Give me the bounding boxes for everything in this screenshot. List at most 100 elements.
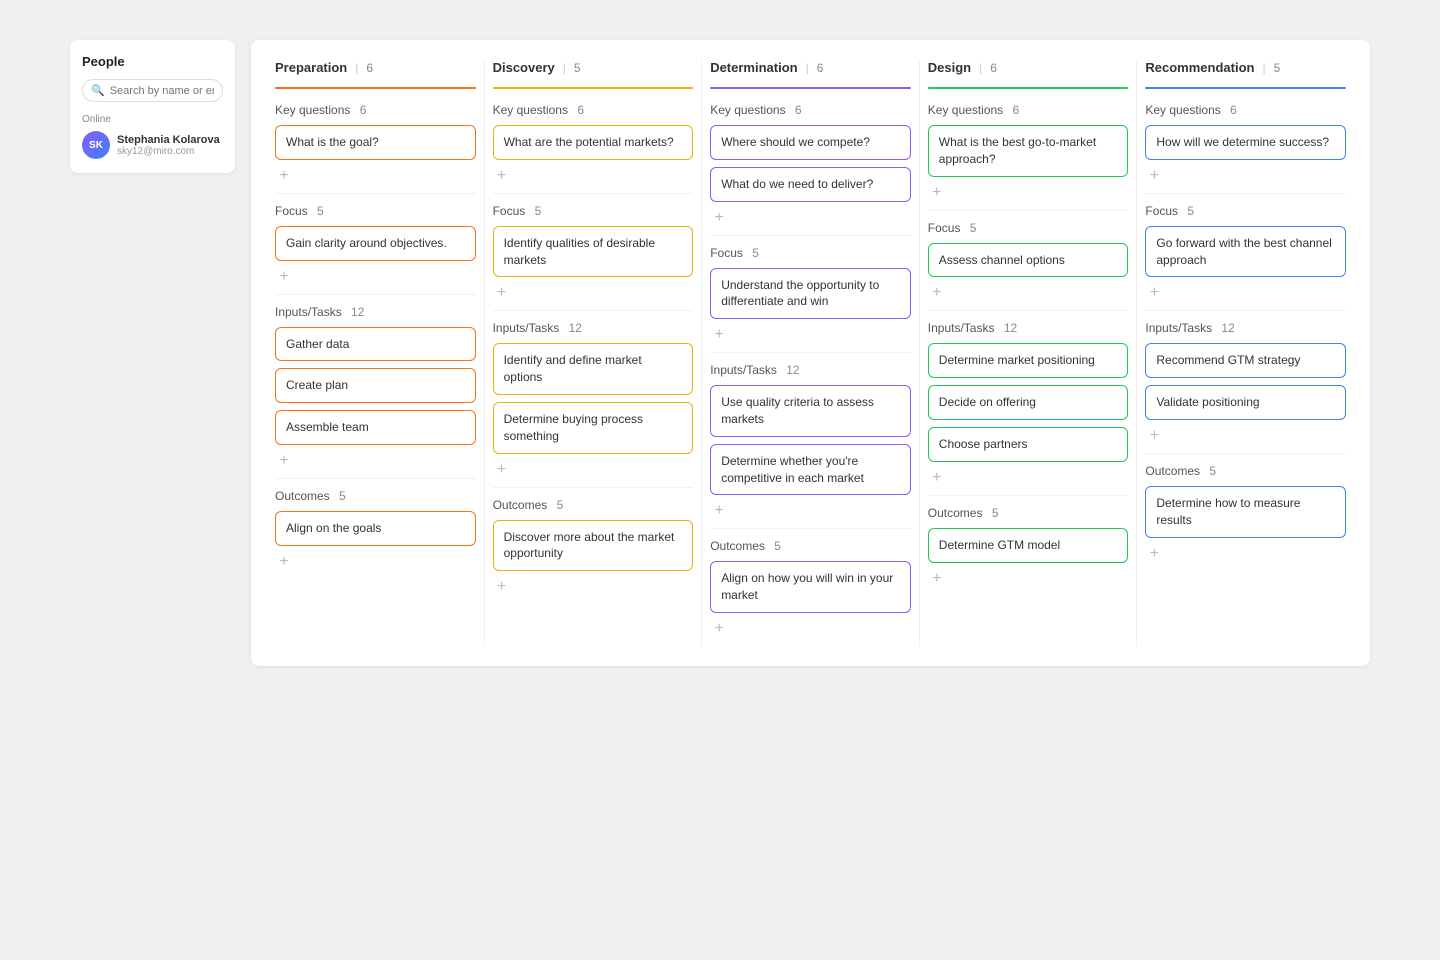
- search-box: 🔍: [82, 79, 223, 102]
- card-recommendation-3-0[interactable]: Determine how to measure results: [1145, 486, 1346, 538]
- column-count-design: 6: [990, 61, 997, 75]
- card-recommendation-1-0[interactable]: Go forward with the best channel approac…: [1145, 226, 1346, 278]
- add-card-btn-discovery-3[interactable]: +: [493, 578, 511, 596]
- column-count-recommendation: 5: [1274, 61, 1281, 75]
- section-label-discovery-2: Inputs/Tasks 12: [493, 321, 694, 335]
- card-discovery-2-0[interactable]: Identify and define market options: [493, 343, 694, 395]
- add-card-btn-recommendation-0[interactable]: +: [1145, 167, 1163, 185]
- section-label-preparation-3: Outcomes 5: [275, 489, 476, 503]
- card-determination-2-0[interactable]: Use quality criteria to assess markets: [710, 385, 911, 437]
- card-design-2-1[interactable]: Decide on offering: [928, 385, 1129, 420]
- column-header-recommendation: Recommendation|5: [1145, 60, 1346, 81]
- section-label-discovery-3: Outcomes 5: [493, 498, 694, 512]
- column-design: Design|6 Key questions 6 What is the best …: [920, 60, 1138, 646]
- add-card-btn-discovery-2[interactable]: +: [493, 461, 511, 479]
- column-divider-determination: [710, 87, 911, 89]
- add-card-btn-recommendation-3[interactable]: +: [1145, 545, 1163, 563]
- card-determination-0-1[interactable]: What do we need to deliver?: [710, 167, 911, 202]
- column-header-discovery: Discovery|5: [493, 60, 694, 81]
- section-label-recommendation-3: Outcomes 5: [1145, 464, 1346, 478]
- column-determination: Determination|6 Key questions 6 Where shou…: [702, 60, 920, 646]
- add-card-btn-recommendation-2[interactable]: +: [1145, 427, 1163, 445]
- sidebar: People 🔍 Online SK Stephania Kolarova sk…: [70, 40, 235, 173]
- card-determination-3-0[interactable]: Align on how you will win in your market: [710, 561, 911, 613]
- user-email: sky12@miro.com: [117, 146, 220, 157]
- column-header-design: Design|6: [928, 60, 1129, 81]
- add-card-btn-determination-3[interactable]: +: [710, 620, 728, 638]
- columns-wrapper: Preparation|6 Key questions 6 What is the …: [267, 60, 1354, 646]
- column-header-preparation: Preparation|6: [275, 60, 476, 81]
- section-label-preparation-0: Key questions 6: [275, 103, 476, 117]
- card-preparation-0-0[interactable]: What is the goal?: [275, 125, 476, 160]
- add-card-btn-determination-2[interactable]: +: [710, 502, 728, 520]
- add-card-btn-recommendation-1[interactable]: +: [1145, 284, 1163, 302]
- add-card-btn-design-2[interactable]: +: [928, 469, 946, 487]
- column-divider-preparation: [275, 87, 476, 89]
- add-card-btn-design-3[interactable]: +: [928, 570, 946, 588]
- card-design-2-2[interactable]: Choose partners: [928, 427, 1129, 462]
- card-discovery-2-1[interactable]: Determine buying process something: [493, 402, 694, 454]
- add-card-btn-preparation-2[interactable]: +: [275, 452, 293, 470]
- card-recommendation-2-1[interactable]: Validate positioning: [1145, 385, 1346, 420]
- add-card-btn-preparation-3[interactable]: +: [275, 553, 293, 571]
- section-label-determination-2: Inputs/Tasks 12: [710, 363, 911, 377]
- card-determination-1-0[interactable]: Understand the opportunity to differenti…: [710, 268, 911, 320]
- user-info: Stephania Kolarova sky12@miro.com: [117, 134, 220, 157]
- section-label-recommendation-0: Key questions 6: [1145, 103, 1346, 117]
- add-card-btn-preparation-0[interactable]: +: [275, 167, 293, 185]
- column-divider-discovery: [493, 87, 694, 89]
- section-label-preparation-2: Inputs/Tasks 12: [275, 305, 476, 319]
- column-divider-design: [928, 87, 1129, 89]
- app-container: People 🔍 Online SK Stephania Kolarova sk…: [70, 40, 1370, 666]
- column-divider-recommendation: [1145, 87, 1346, 89]
- card-preparation-1-0[interactable]: Gain clarity around objectives.: [275, 226, 476, 261]
- card-design-1-0[interactable]: Assess channel options: [928, 243, 1129, 278]
- add-card-btn-preparation-1[interactable]: +: [275, 268, 293, 286]
- column-recommendation: Recommendation|5 Key questions 6 How will …: [1137, 60, 1354, 646]
- card-design-0-0[interactable]: What is the best go-to-market approach?: [928, 125, 1129, 177]
- search-input[interactable]: [110, 85, 214, 97]
- card-discovery-3-0[interactable]: Discover more about the market opportuni…: [493, 520, 694, 572]
- column-discovery: Discovery|5 Key questions 6 What are the p…: [485, 60, 703, 646]
- card-design-2-0[interactable]: Determine market positioning: [928, 343, 1129, 378]
- card-discovery-0-0[interactable]: What are the potential markets?: [493, 125, 694, 160]
- section-label-recommendation-2: Inputs/Tasks 12: [1145, 321, 1346, 335]
- card-recommendation-2-0[interactable]: Recommend GTM strategy: [1145, 343, 1346, 378]
- add-card-btn-design-1[interactable]: +: [928, 284, 946, 302]
- section-label-design-0: Key questions 6: [928, 103, 1129, 117]
- section-label-preparation-1: Focus 5: [275, 204, 476, 218]
- online-label: Online: [82, 114, 223, 125]
- user-name: Stephania Kolarova: [117, 134, 220, 146]
- add-card-btn-design-0[interactable]: +: [928, 184, 946, 202]
- add-card-btn-determination-0[interactable]: +: [710, 209, 728, 227]
- card-discovery-1-0[interactable]: Identify qualities of desirable markets: [493, 226, 694, 278]
- card-recommendation-0-0[interactable]: How will we determine success?: [1145, 125, 1346, 160]
- section-label-determination-3: Outcomes 5: [710, 539, 911, 553]
- card-determination-0-0[interactable]: Where should we compete?: [710, 125, 911, 160]
- add-card-btn-determination-1[interactable]: +: [710, 326, 728, 344]
- card-preparation-2-0[interactable]: Gather data: [275, 327, 476, 362]
- column-title-preparation: Preparation: [275, 60, 347, 75]
- section-label-discovery-0: Key questions 6: [493, 103, 694, 117]
- user-row: SK Stephania Kolarova sky12@miro.com: [82, 131, 223, 159]
- column-count-preparation: 6: [366, 61, 373, 75]
- card-determination-2-1[interactable]: Determine whether you're competitive in …: [710, 444, 911, 496]
- column-count-determination: 6: [817, 61, 824, 75]
- column-count-discovery: 5: [574, 61, 581, 75]
- card-preparation-2-1[interactable]: Create plan: [275, 368, 476, 403]
- card-preparation-2-2[interactable]: Assemble team: [275, 410, 476, 445]
- add-card-btn-discovery-1[interactable]: +: [493, 284, 511, 302]
- column-title-discovery: Discovery: [493, 60, 555, 75]
- sidebar-title: People: [82, 54, 223, 69]
- section-label-determination-0: Key questions 6: [710, 103, 911, 117]
- section-label-design-2: Inputs/Tasks 12: [928, 321, 1129, 335]
- add-card-btn-discovery-0[interactable]: +: [493, 167, 511, 185]
- card-design-3-0[interactable]: Determine GTM model: [928, 528, 1129, 563]
- column-header-determination: Determination|6: [710, 60, 911, 81]
- avatar: SK: [82, 131, 110, 159]
- section-label-recommendation-1: Focus 5: [1145, 204, 1346, 218]
- search-icon: 🔍: [91, 84, 105, 97]
- card-preparation-3-0[interactable]: Align on the goals: [275, 511, 476, 546]
- column-title-recommendation: Recommendation: [1145, 60, 1254, 75]
- column-title-determination: Determination: [710, 60, 797, 75]
